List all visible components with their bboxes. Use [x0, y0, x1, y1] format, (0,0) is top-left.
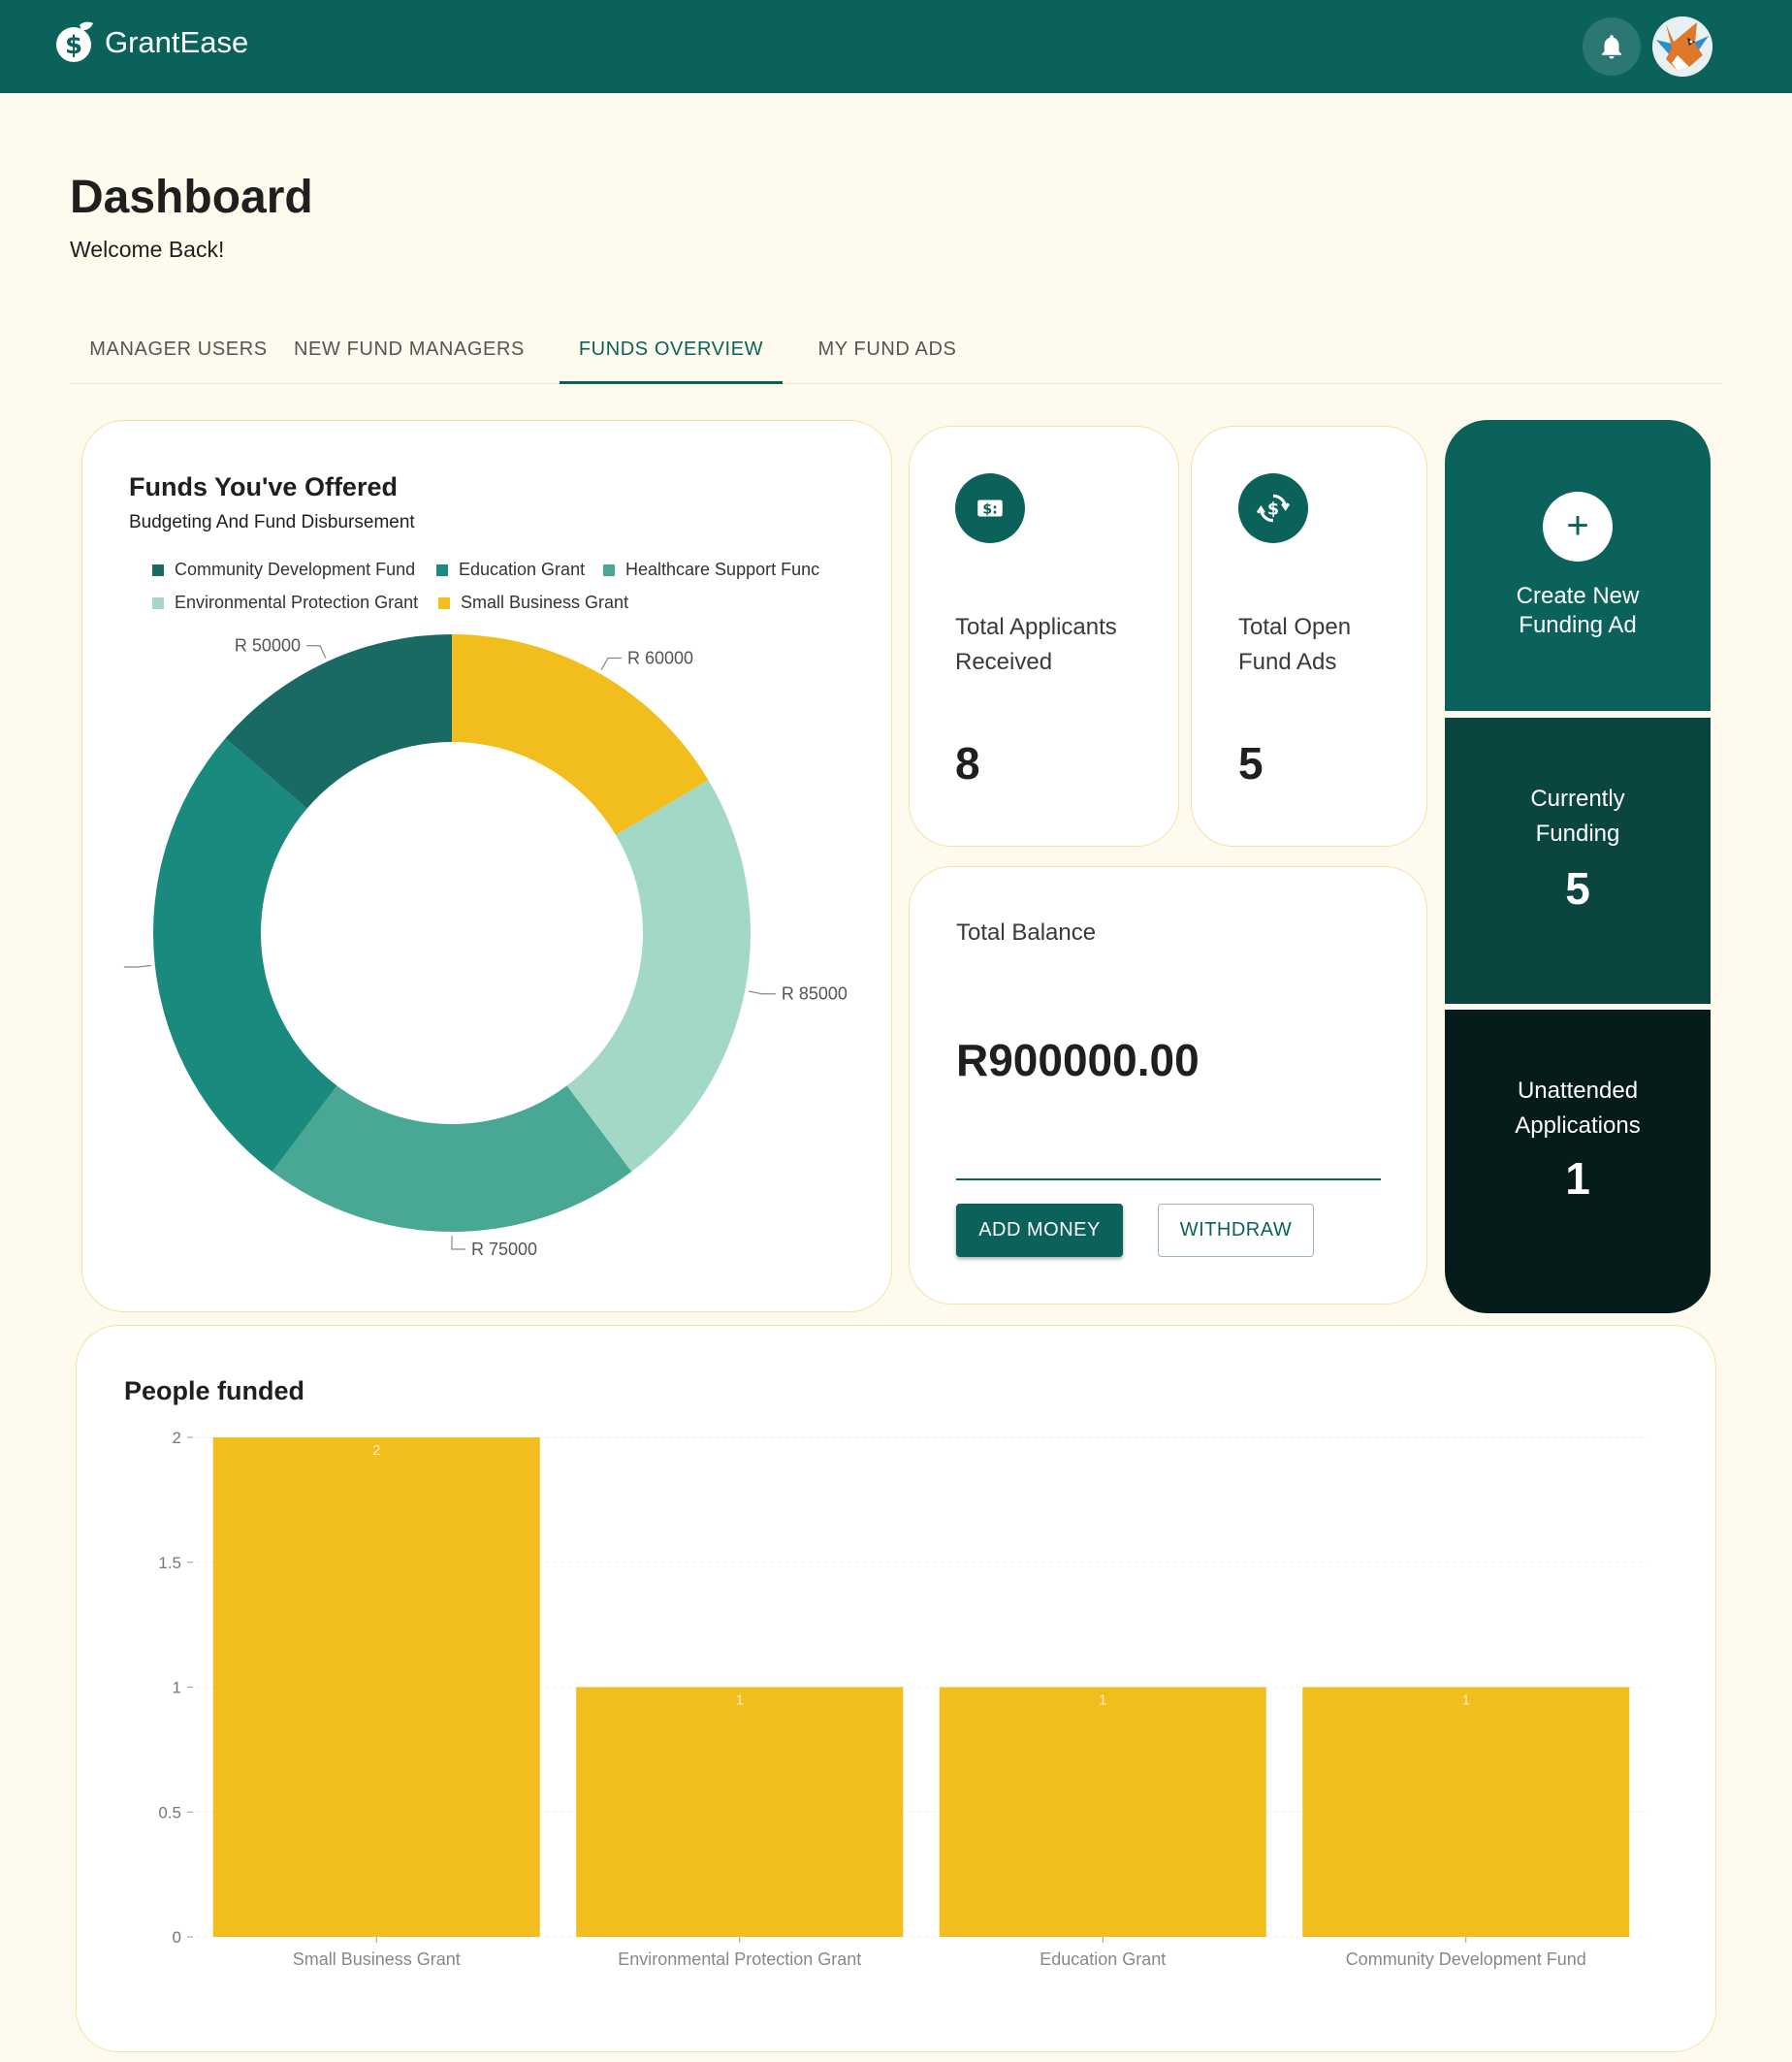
balance-value: R900000.00	[956, 1035, 1200, 1085]
bar[interactable]	[939, 1687, 1266, 1938]
y-tick-label: 0.5	[158, 1803, 181, 1821]
create-tile-line1: Create New	[1516, 583, 1640, 609]
donut-slice[interactable]	[272, 1085, 632, 1232]
balance-divider	[956, 1178, 1381, 1180]
donut-data-label: R 75000	[471, 1240, 537, 1259]
bar-data-label: 1	[1462, 1692, 1470, 1709]
total-open-fund-ads-card: $ Total Open Fund Ads 5	[1191, 426, 1427, 847]
x-tick-label: Environmental Protection Grant	[618, 1949, 861, 1969]
donut-data-label: R 50000	[235, 636, 301, 656]
people-funded-bar-chart: 0 0.5 1 1.5 2 2 Small Business Grant 1 Environme…	[158, 1429, 1648, 1969]
funding-tile-value: 5	[1565, 863, 1590, 914]
funds-offered-card: Funds You've Offered Budgeting And Fund …	[81, 420, 892, 1312]
applicants-icon-badge: $:	[955, 473, 1025, 543]
welcome-message: Welcome Back!	[70, 237, 225, 262]
withdraw-button[interactable]: WITHDRAW	[1158, 1204, 1314, 1257]
open-ads-label-line1: Total Open	[1238, 614, 1352, 640]
open-ads-label-line2: Fund Ads	[1238, 649, 1337, 675]
open-ads-value: 5	[1238, 738, 1264, 789]
bar[interactable]	[1302, 1687, 1630, 1938]
funding-tile-line1: Currently	[1530, 786, 1625, 812]
unattended-applications-tile[interactable]: Unattended Applications 1	[1445, 1010, 1711, 1313]
x-tick-label: Small Business Grant	[293, 1949, 461, 1969]
total-balance-card: Total Balance R900000.00 ADD MONEY WITHD…	[909, 866, 1427, 1305]
add-money-button[interactable]: ADD MONEY	[956, 1204, 1123, 1257]
applicants-value: 8	[955, 738, 980, 789]
people-funded-card: People funded 0 0.5 1 1.5 2 2 Small Business G…	[76, 1325, 1716, 2052]
applicants-label-line2: Received	[955, 649, 1053, 675]
tab-bar: MANAGER USERS NEW FUND MANAGERS FUNDS OV…	[70, 318, 1722, 384]
donut-data-label: R 85000	[782, 984, 848, 1004]
brand[interactable]: $ GrantEase	[54, 19, 248, 66]
create-tile-line2: Funding Ad	[1519, 612, 1637, 638]
tab-new-fund-managers[interactable]: NEW FUND MANAGERS	[287, 318, 531, 384]
y-tick-label: 2	[173, 1429, 181, 1447]
donut-label-leader	[600, 657, 622, 670]
svg-text:$: $	[1267, 499, 1279, 519]
app-header: $ GrantEase	[0, 0, 1792, 93]
balance-label: Total Balance	[956, 919, 1097, 946]
tab-manager-users[interactable]: MANAGER USERS	[70, 318, 287, 384]
notifications-button[interactable]	[1583, 17, 1641, 76]
unattended-tile-line2: Applications	[1515, 1112, 1641, 1139]
tab-funds-overview[interactable]: FUNDS OVERVIEW	[560, 318, 783, 384]
y-tick-label: 1.5	[158, 1554, 181, 1572]
bar[interactable]	[576, 1687, 904, 1938]
funding-tile-line2: Funding	[1535, 821, 1620, 847]
bell-icon	[1602, 35, 1621, 59]
donut-label-leader	[451, 1236, 465, 1250]
bar[interactable]	[212, 1437, 540, 1937]
page-title: Dashboard	[70, 172, 313, 223]
create-funding-ad-tile[interactable]: + Create New Funding Ad	[1445, 420, 1711, 711]
svg-text:$: $	[65, 31, 82, 60]
bar-data-label: 2	[372, 1442, 380, 1459]
money-icon: $:	[977, 499, 1003, 518]
unattended-tile-value: 1	[1565, 1153, 1590, 1204]
unattended-tile-line1: Unattended	[1517, 1078, 1639, 1104]
y-tick-label: 0	[173, 1928, 181, 1947]
plus-icon: +	[1543, 492, 1613, 562]
applicants-label-line1: Total Applicants	[955, 614, 1117, 640]
tab-my-fund-ads[interactable]: MY FUND ADS	[783, 318, 992, 384]
donut-label-leader	[123, 964, 151, 968]
funds-donut-chart: R 60000 R 85000 R 75000 R 50000	[123, 634, 848, 1259]
user-avatar[interactable]	[1652, 16, 1712, 77]
logo-icon: $	[56, 21, 93, 62]
total-applicants-card: $: Total Applicants Received 8	[909, 426, 1179, 847]
donut-label-leader	[305, 645, 327, 659]
x-tick-label: Education Grant	[1040, 1949, 1166, 1969]
donut-label-leader	[749, 990, 776, 995]
donut-slice[interactable]	[566, 780, 752, 1173]
donut-data-label: R 60000	[627, 649, 693, 668]
app-name: GrantEase	[105, 25, 249, 59]
open-ads-icon-badge: $	[1238, 473, 1308, 543]
currently-funding-tile[interactable]: Currently Funding 5	[1445, 718, 1711, 1004]
svg-text:$:: $:	[982, 502, 998, 518]
fox-avatar-icon	[1652, 16, 1712, 77]
y-tick-label: 1	[173, 1679, 181, 1697]
bar-data-label: 1	[1099, 1692, 1106, 1709]
currency-exchange-icon: $	[1256, 494, 1291, 523]
bar-data-label: 1	[736, 1692, 744, 1709]
x-tick-label: Community Development Fund	[1346, 1949, 1586, 1969]
